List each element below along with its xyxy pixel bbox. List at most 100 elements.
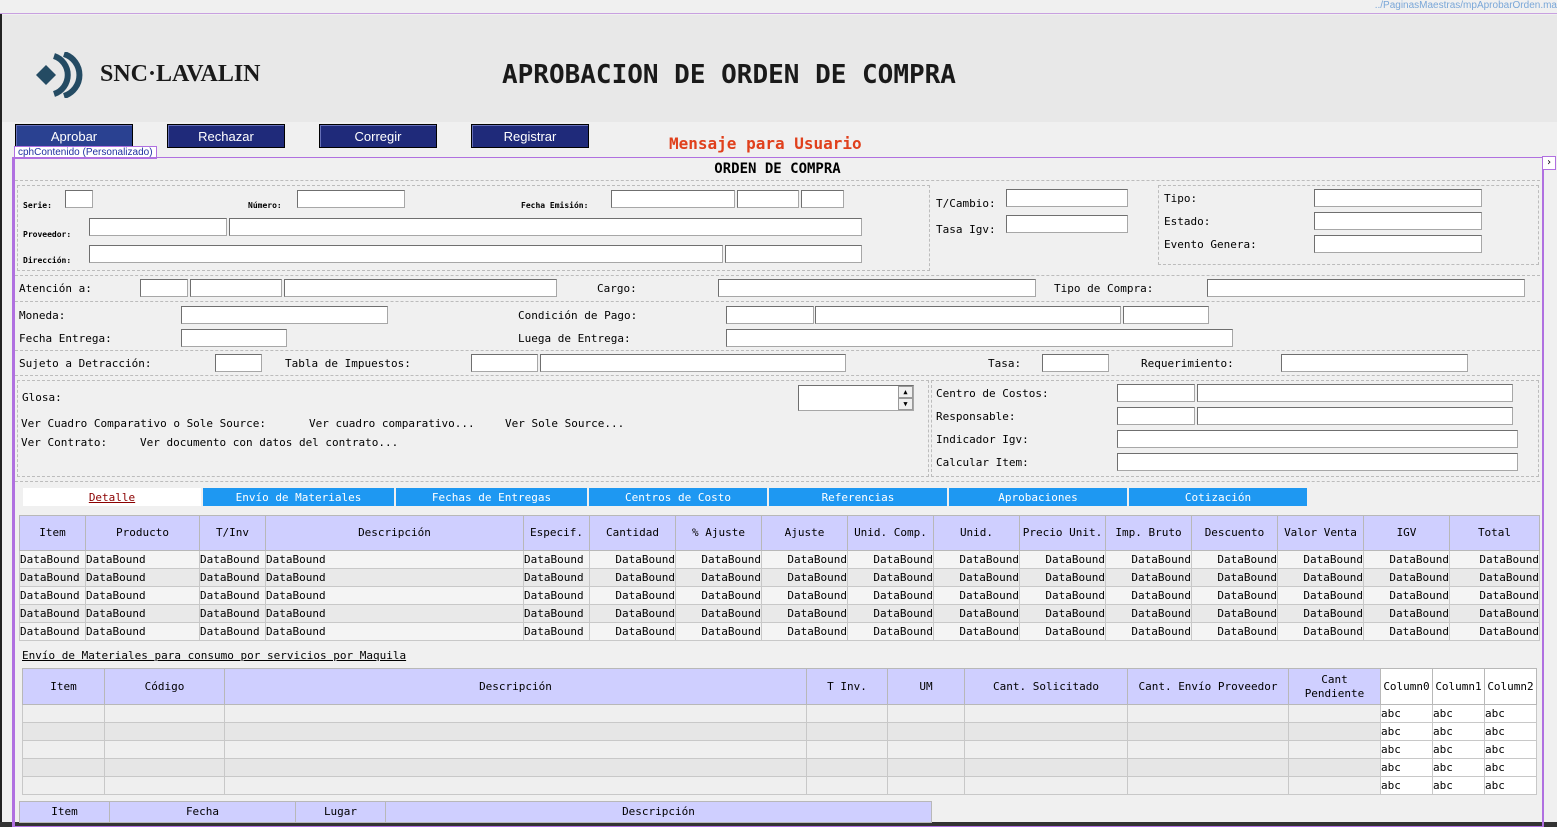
- table-row[interactable]: DataBound DataBound DataBound DataBound Data…: [19, 550, 1540, 569]
- responsable-name-input[interactable]: [1197, 407, 1513, 425]
- tab-detalle[interactable]: Detalle: [23, 488, 201, 506]
- requerimiento-input[interactable]: [1281, 354, 1468, 372]
- col-header-imp-bruto: Imp. Bruto: [1105, 515, 1192, 551]
- dates-header-lugar: Lugar: [295, 801, 386, 823]
- requerimiento-label: Requerimiento:: [1141, 357, 1234, 370]
- scroll-up-icon[interactable]: ▲: [898, 386, 913, 398]
- col-header-item: Item: [19, 515, 86, 551]
- detail-cell: DataBound: [847, 622, 934, 641]
- detail-cell: DataBound: [265, 550, 524, 569]
- register-button[interactable]: Registrar: [471, 124, 589, 148]
- scroll-down-icon[interactable]: ▼: [898, 398, 913, 410]
- detail-cell: DataBound: [199, 550, 266, 569]
- tipo-compra-input[interactable]: [1207, 279, 1525, 297]
- condicion-pago-desc-input[interactable]: [815, 306, 1121, 324]
- table-row[interactable]: abc abc abc: [22, 740, 1537, 759]
- atencion-name-input[interactable]: [284, 279, 557, 297]
- detail-cell: DataBound: [19, 550, 86, 569]
- user-message: Mensaje para Usuario: [669, 134, 862, 153]
- numero-label: Número:: [248, 201, 282, 210]
- table-row[interactable]: DataBound DataBound DataBound DataBound Data…: [19, 568, 1540, 587]
- fecha-entrega-label: Fecha Entrega:: [19, 332, 112, 345]
- proveedor-name-input[interactable]: [229, 218, 862, 236]
- detail-cell: DataBound: [1105, 586, 1192, 605]
- materials-cell: abc: [1380, 776, 1433, 795]
- table-row[interactable]: DataBound DataBound DataBound DataBound Data…: [19, 586, 1540, 605]
- tasa-input[interactable]: [1042, 354, 1109, 372]
- estado-input[interactable]: [1314, 212, 1482, 230]
- tabla-impuestos-desc-input[interactable]: [540, 354, 846, 372]
- tab-fechas-entregas[interactable]: Fechas de Entregas: [396, 488, 587, 506]
- table-row[interactable]: abc abc abc: [22, 722, 1537, 741]
- lugar-entrega-input[interactable]: [726, 329, 1233, 347]
- materials-cell: [104, 776, 225, 795]
- table-row[interactable]: abc abc abc: [22, 776, 1537, 795]
- ver-contrato-link[interactable]: Ver documento con datos del contrato...: [140, 436, 398, 449]
- moneda-input[interactable]: [181, 306, 388, 324]
- calcular-item-input[interactable]: [1117, 453, 1518, 471]
- tab-centros-costo[interactable]: Centros de Costo: [589, 488, 767, 506]
- condicion-pago-label: Condición de Pago:: [518, 309, 638, 322]
- cargo-input[interactable]: [718, 279, 1036, 297]
- condicion-pago-code-input[interactable]: [726, 306, 814, 324]
- tab-aprobaciones[interactable]: Aprobaciones: [949, 488, 1127, 506]
- fecha-entrega-input[interactable]: [181, 329, 287, 347]
- expand-icon[interactable]: ›: [1542, 156, 1556, 170]
- mat-header-column1: Column1: [1432, 668, 1485, 705]
- detail-cell: DataBound: [19, 586, 86, 605]
- indicador-igv-input[interactable]: [1117, 430, 1518, 448]
- numero-input[interactable]: [297, 190, 405, 208]
- responsable-code-input[interactable]: [1117, 407, 1195, 425]
- materials-cell: [1288, 758, 1381, 777]
- tasa-igv-input[interactable]: [1006, 215, 1128, 233]
- tipo-input[interactable]: [1314, 189, 1482, 207]
- materials-cell: [104, 722, 225, 741]
- fecha-emision-day-input[interactable]: [611, 190, 735, 208]
- direccion-input[interactable]: [89, 245, 723, 263]
- direccion-label: Dirección:: [23, 256, 72, 265]
- materials-cell: [806, 740, 888, 759]
- tcambio-input[interactable]: [1006, 189, 1128, 207]
- table-row[interactable]: abc abc abc: [22, 758, 1537, 777]
- centro-costos-desc-input[interactable]: [1197, 384, 1513, 402]
- tipo-compra-label: Tipo de Compra:: [1054, 282, 1154, 295]
- tab-referencias[interactable]: Referencias: [769, 488, 947, 506]
- dates-header-item: Item: [19, 801, 110, 823]
- materials-cell: [887, 758, 965, 777]
- direccion-extra-input[interactable]: [725, 245, 862, 263]
- tab-envio-materiales[interactable]: Envío de Materiales: [203, 488, 394, 506]
- detail-cell: DataBound: [85, 550, 200, 569]
- sujeto-detraccion-input[interactable]: [215, 354, 262, 372]
- glosa-textarea[interactable]: [798, 385, 914, 411]
- tabla-impuestos-code-input[interactable]: [471, 354, 538, 372]
- serie-input[interactable]: [65, 190, 93, 208]
- centro-costos-code-input[interactable]: [1117, 384, 1195, 402]
- left-edge: [0, 14, 2, 827]
- mat-header-cant-solicitado: Cant. Solicitado: [964, 668, 1128, 705]
- table-row[interactable]: abc abc abc: [22, 704, 1537, 723]
- reject-button[interactable]: Rechazar: [167, 124, 285, 148]
- atencion-id-input[interactable]: [190, 279, 282, 297]
- detail-cell: DataBound: [589, 622, 676, 641]
- tab-cotizacion[interactable]: Cotización: [1129, 488, 1307, 506]
- materials-cell: [104, 758, 225, 777]
- fecha-emision-month-input[interactable]: [737, 190, 799, 208]
- fecha-emision-year-input[interactable]: [801, 190, 844, 208]
- table-row[interactable]: DataBound DataBound DataBound DataBound Data…: [19, 622, 1540, 641]
- evento-genera-input[interactable]: [1314, 235, 1482, 253]
- table-row[interactable]: DataBound DataBound DataBound DataBound Data…: [19, 604, 1540, 623]
- materials-cell: [806, 758, 888, 777]
- condicion-pago-extra-input[interactable]: [1123, 306, 1209, 324]
- indicador-igv-label: Indicador Igv:: [936, 433, 1029, 446]
- approve-button[interactable]: Aprobar: [15, 124, 133, 148]
- moneda-label: Moneda:: [19, 309, 66, 322]
- atencion-code-input[interactable]: [140, 279, 188, 297]
- ver-cuadro-link[interactable]: Ver cuadro comparativo...: [309, 417, 475, 430]
- correct-button[interactable]: Corregir: [319, 124, 437, 148]
- detail-cell: DataBound: [1363, 604, 1450, 623]
- ver-sole-link[interactable]: Ver Sole Source...: [505, 417, 624, 430]
- detail-cell: DataBound: [523, 568, 590, 587]
- evento-genera-label: Evento Genera:: [1164, 238, 1257, 251]
- proveedor-code-input[interactable]: [89, 218, 227, 236]
- detail-cell: DataBound: [1105, 550, 1192, 569]
